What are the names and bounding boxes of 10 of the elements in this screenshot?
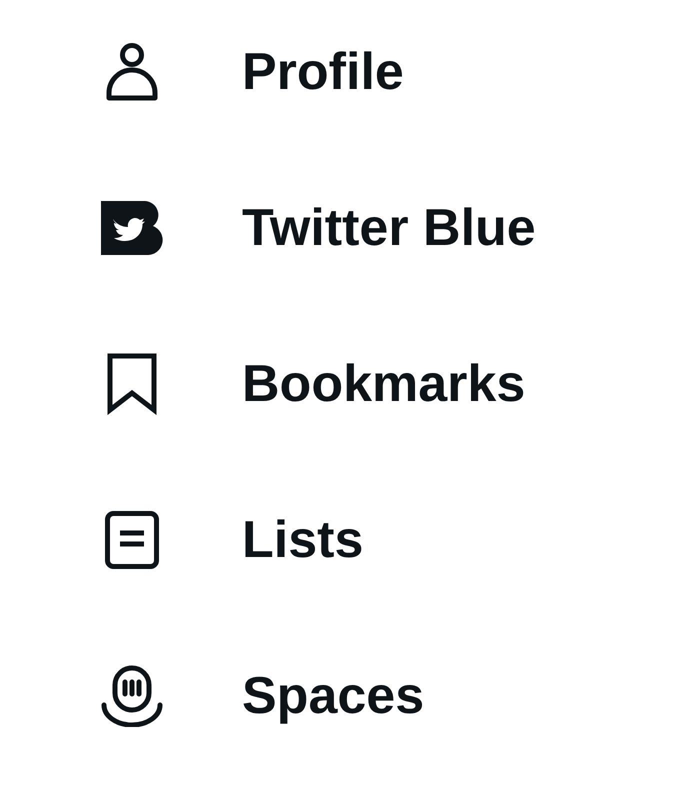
bookmark-icon — [107, 353, 157, 415]
menu-item[interactable]: Profile — [242, 42, 404, 102]
menu-item[interactable]: Spaces — [242, 666, 424, 726]
list-icon — [105, 511, 159, 569]
menu-item[interactable]: Lists — [242, 510, 364, 570]
microphone-icon — [101, 665, 163, 727]
bird-badge-icon — [101, 201, 163, 255]
person-icon — [105, 43, 159, 101]
menu-item[interactable]: Twitter Blue — [242, 198, 536, 258]
menu-item[interactable]: Bookmarks — [242, 354, 526, 414]
